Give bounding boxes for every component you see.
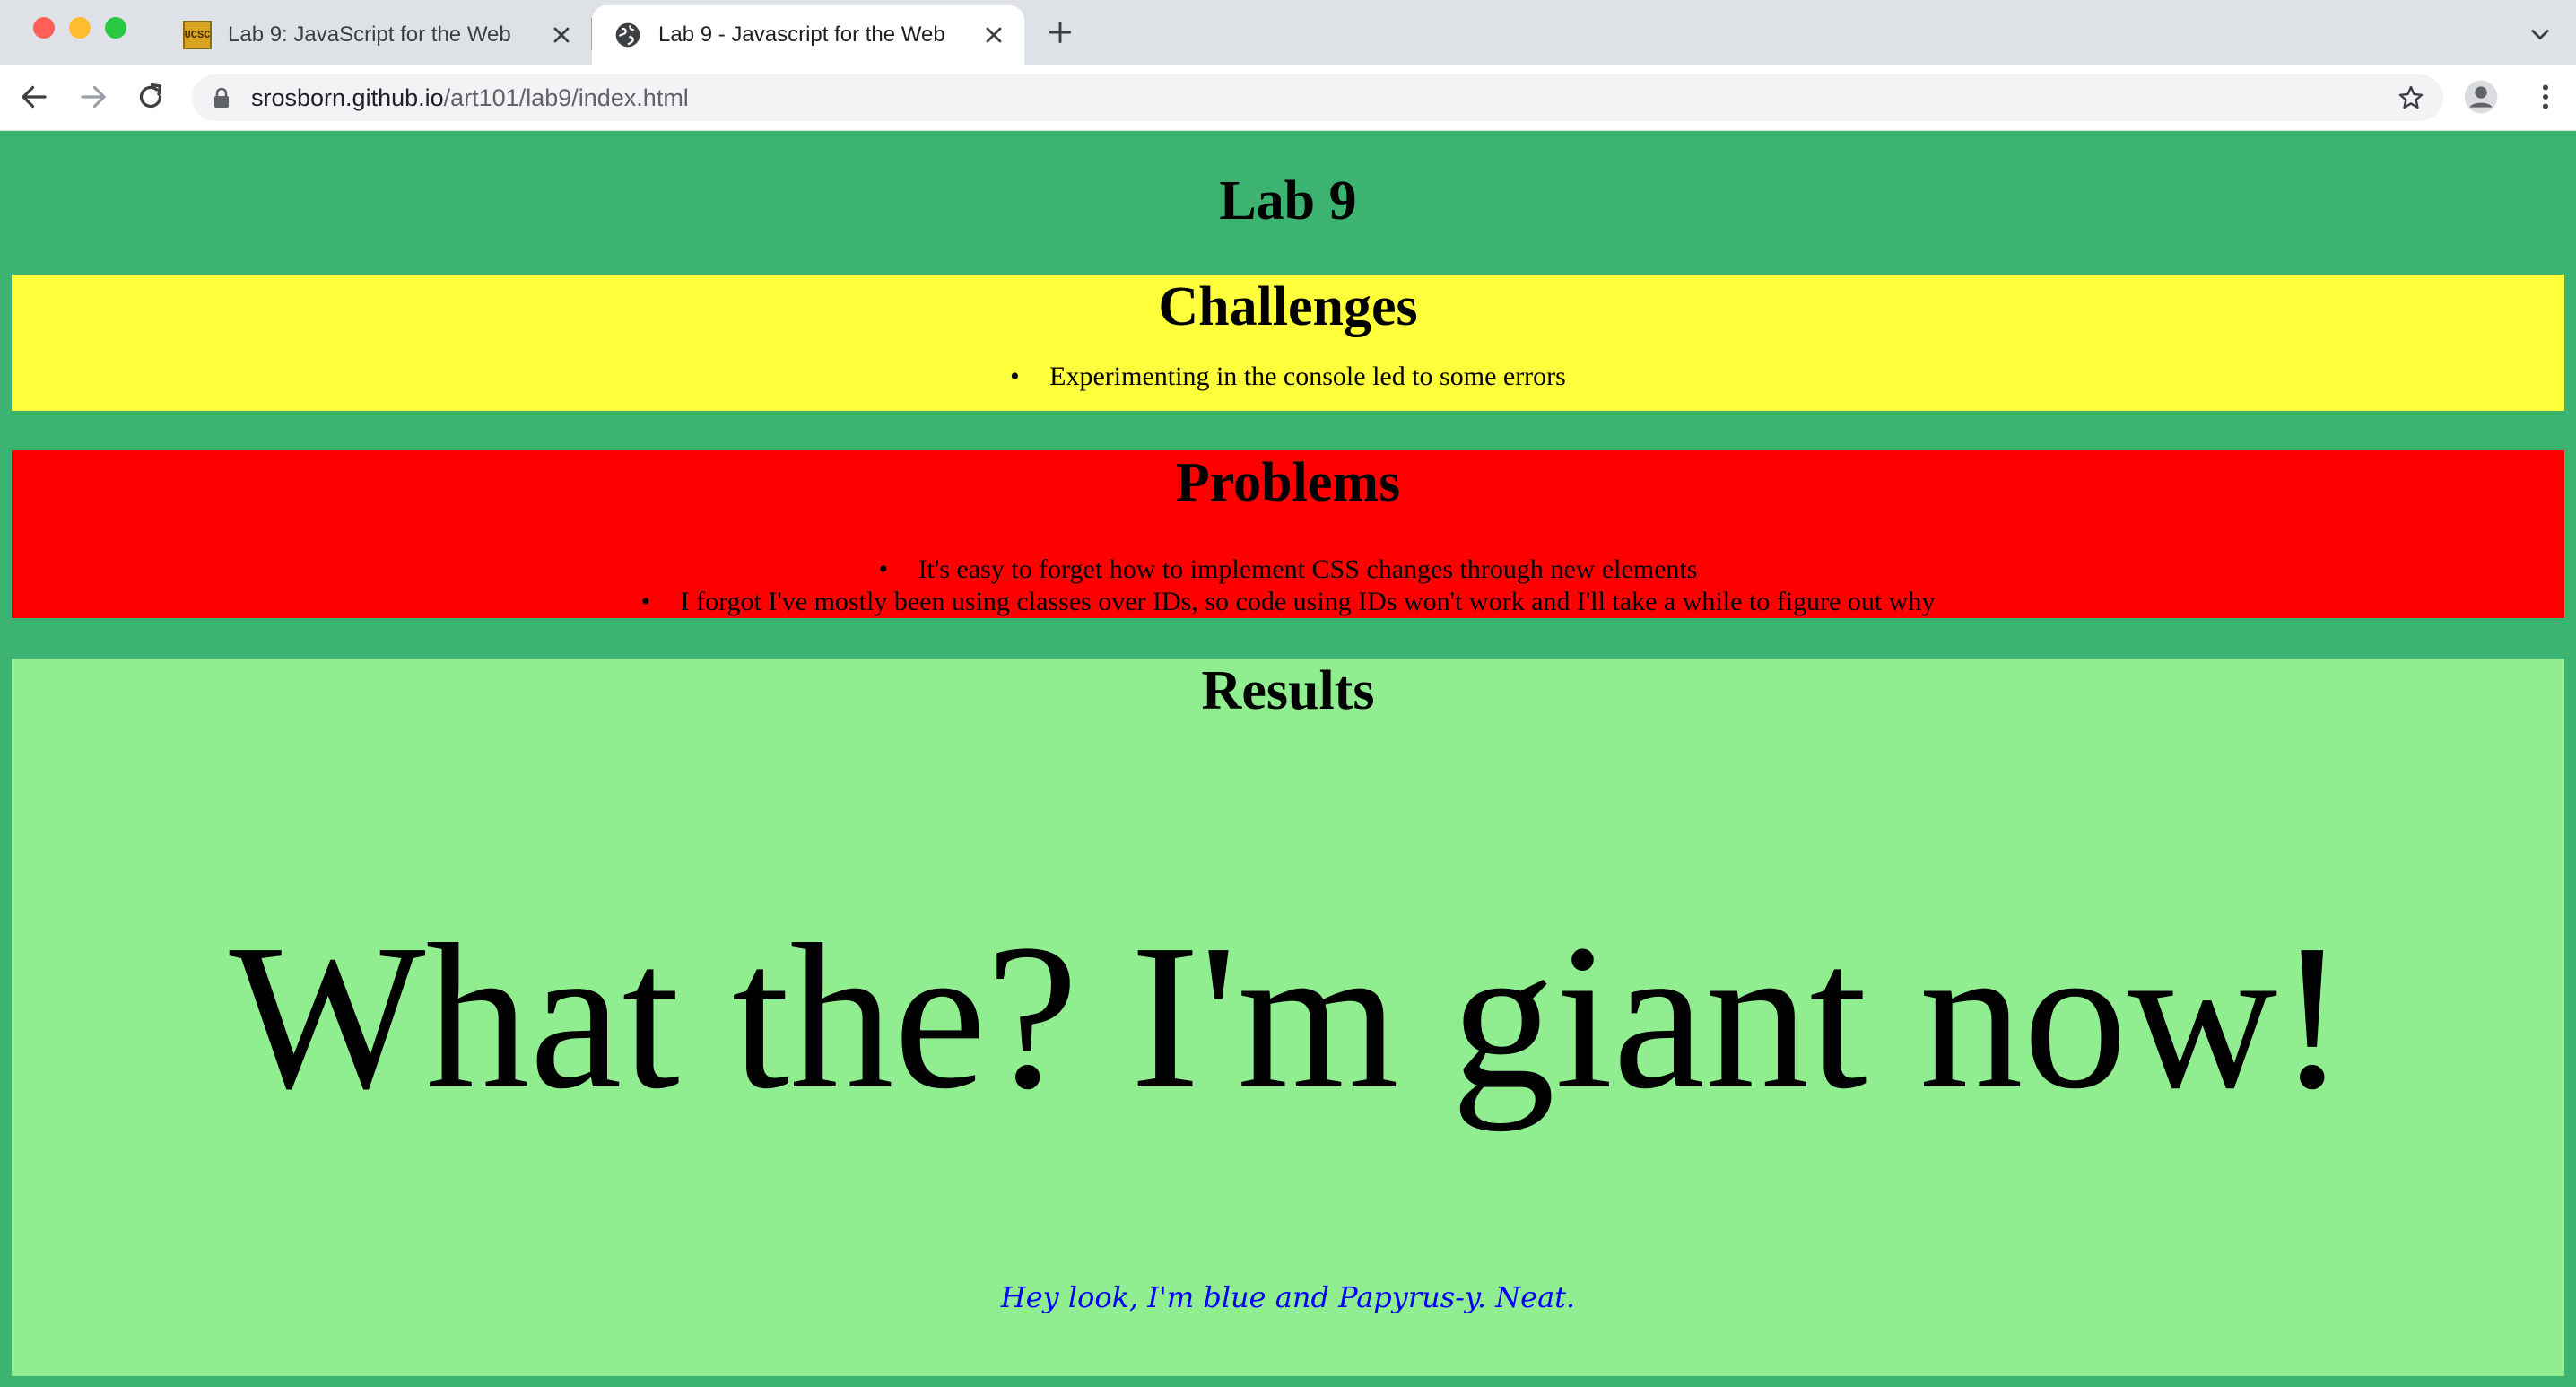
problems-heading: Problems: [1175, 452, 1401, 513]
address-bar[interactable]: srosborn.github.io/art101/lab9/index.htm…: [192, 74, 2443, 121]
page-title: Lab 9: [1219, 170, 1357, 231]
new-tab-plus-icon[interactable]: [1046, 18, 1075, 47]
tab-lab9-active[interactable]: Lab 9 - Javascript for the Web: [592, 5, 1024, 65]
tab-lab9-javascript[interactable]: UCSC Lab 9: JavaScript for the Web: [170, 5, 592, 65]
browser-toolbar: srosborn.github.io/art101/lab9/index.htm…: [0, 65, 2576, 131]
back-arrow-icon[interactable]: [18, 81, 50, 113]
results-section: Results What the? I'm giant now! Hey loo…: [12, 659, 2564, 1376]
list-item: Experimenting in the console led to some…: [12, 361, 2564, 393]
blue-papyrus-text: Hey look, I'm blue and Papyrus-y. Neat.: [1000, 1280, 1576, 1314]
page-content: Lab 9 Challenges Experimenting in the co…: [0, 131, 2576, 1387]
problems-section: Problems It's easy to forget how to impl…: [12, 450, 2564, 618]
url-path: /art101/lab9/index.html: [443, 84, 689, 111]
tab-strip: UCSC Lab 9: JavaScript for the Web Lab 9…: [0, 0, 2576, 65]
tab-title: Lab 9: JavaScript for the Web: [228, 22, 511, 47]
lock-icon[interactable]: [212, 87, 231, 109]
close-window-button[interactable]: [33, 17, 55, 39]
ucsc-icon: UCSC: [183, 21, 212, 49]
url-text[interactable]: srosborn.github.io/art101/lab9/index.htm…: [251, 74, 689, 121]
globe-icon: [615, 22, 640, 48]
reload-icon[interactable]: [135, 81, 167, 113]
forward-arrow-icon[interactable]: [77, 81, 109, 113]
close-icon[interactable]: [981, 22, 1006, 48]
minimize-window-button[interactable]: [69, 17, 91, 39]
giant-text: What the? I'm giant now!: [229, 902, 2347, 1132]
tab-title: Lab 9 - Javascript for the Web: [658, 22, 945, 47]
bookmark-star-icon[interactable]: [2397, 83, 2425, 112]
close-icon[interactable]: [549, 22, 574, 48]
challenges-heading: Challenges: [1158, 276, 1418, 337]
challenges-section: Challenges Experimenting in the console …: [12, 275, 2564, 411]
chevron-down-icon[interactable]: [2528, 22, 2553, 47]
list-item: It's easy to forget how to implement CSS…: [12, 554, 2564, 586]
problems-list: It's easy to forget how to implement CSS…: [12, 554, 2564, 618]
challenges-list: Experimenting in the console led to some…: [12, 361, 2564, 393]
maximize-window-button[interactable]: [105, 17, 126, 39]
list-item: I forgot I've mostly been using classes …: [12, 586, 2564, 618]
results-heading: Results: [1201, 660, 1375, 721]
url-host: srosborn.github.io: [251, 84, 444, 111]
profile-avatar-icon[interactable]: [2463, 79, 2499, 115]
more-menu-icon[interactable]: [2529, 81, 2562, 113]
